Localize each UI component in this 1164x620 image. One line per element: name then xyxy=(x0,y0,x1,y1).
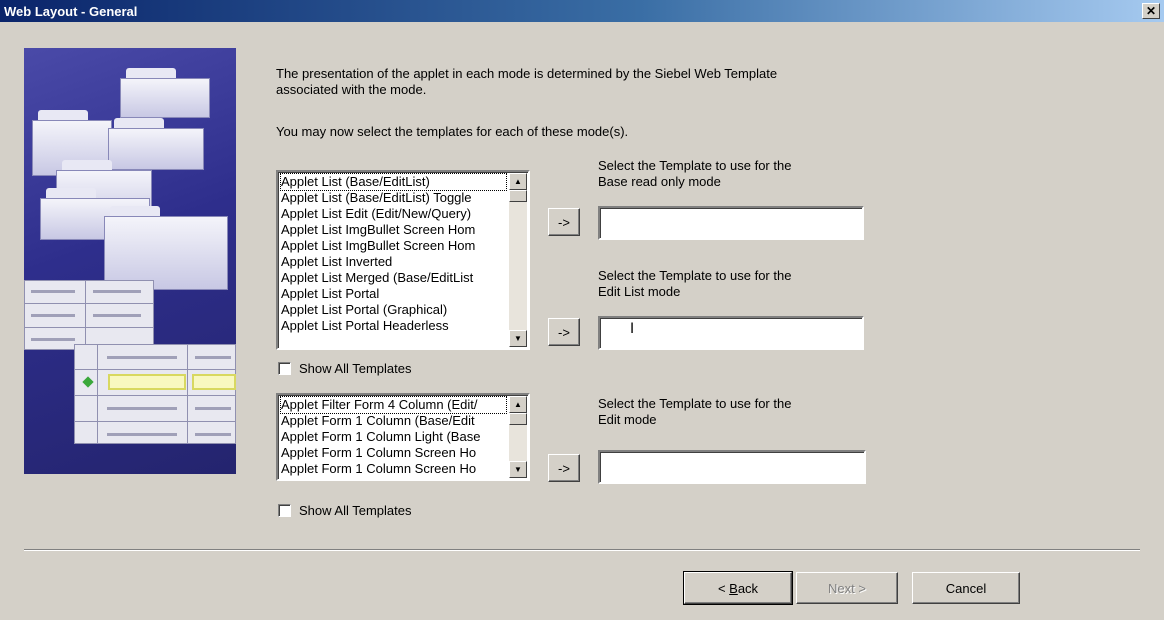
edit-mode-label-line-2: Edit mode xyxy=(598,412,657,427)
assign-edit-list-template-button[interactable]: -> xyxy=(548,318,580,346)
scroll-down-icon[interactable]: ▼ xyxy=(509,461,527,478)
list-item[interactable]: Applet Form 1 Column Screen Ho xyxy=(281,445,506,461)
intro-text-line-1: The presentation of the applet in each m… xyxy=(276,66,778,81)
title-bar: Web Layout - General ✕ xyxy=(0,0,1164,22)
back-button-accel: B xyxy=(729,580,738,596)
intro-text-line-2: associated with the mode. xyxy=(276,82,427,97)
intro-text-line-3: You may now select the templates for eac… xyxy=(276,124,629,139)
list-item[interactable]: Applet List Merged (Base/EditList xyxy=(281,270,506,286)
base-mode-label-line-1: Select the Template to use for the xyxy=(598,158,792,173)
list-item[interactable]: Applet List Portal (Graphical) xyxy=(281,302,506,318)
edit-mode-label-line-1: Select the Template to use for the xyxy=(598,396,792,411)
show-all-templates-checkbox-1[interactable]: Show All Templates xyxy=(278,361,412,376)
text-cursor-icon: I xyxy=(630,321,635,337)
list-item[interactable]: Applet Form 1 Column Screen Ho xyxy=(281,461,506,477)
scroll-up-icon[interactable]: ▲ xyxy=(509,396,527,413)
edit-list-mode-label-line-1: Select the Template to use for the xyxy=(598,268,792,283)
close-icon[interactable]: ✕ xyxy=(1142,3,1160,19)
footer-separator xyxy=(24,549,1140,551)
back-button[interactable]: < Back xyxy=(683,571,793,605)
base-mode-label-line-2: Base read only mode xyxy=(598,174,721,189)
listbox-2-scrollbar[interactable]: ▲ ▼ xyxy=(509,396,527,478)
template-listbox-2[interactable]: Applet Filter Form 4 Column (Edit/ Apple… xyxy=(276,393,530,481)
next-button[interactable]: Next > xyxy=(796,572,898,604)
wizard-illustration xyxy=(24,48,236,474)
cancel-button[interactable]: Cancel xyxy=(912,572,1020,604)
window-title: Web Layout - General xyxy=(4,3,138,19)
listbox-1-scrollbar[interactable]: ▲ ▼ xyxy=(509,173,527,347)
checkbox-label: Show All Templates xyxy=(299,361,412,376)
list-item[interactable]: Applet List Portal Headerless xyxy=(281,318,506,334)
base-template-field[interactable] xyxy=(598,206,864,240)
edit-list-mode-label-line-2: Edit List mode xyxy=(598,284,681,299)
assign-edit-template-button[interactable]: -> xyxy=(548,454,580,482)
list-item[interactable]: Applet List Portal xyxy=(281,286,506,302)
list-item[interactable]: Applet List ImgBullet Screen Hom xyxy=(281,238,506,254)
scroll-thumb[interactable] xyxy=(509,190,527,202)
scroll-up-icon[interactable]: ▲ xyxy=(509,173,527,190)
scroll-thumb[interactable] xyxy=(509,413,527,425)
scroll-down-icon[interactable]: ▼ xyxy=(509,330,527,347)
checkbox-box[interactable] xyxy=(278,362,291,375)
checkbox-box[interactable] xyxy=(278,504,291,517)
template-listbox-1[interactable]: Applet List (Base/EditList) Applet List … xyxy=(276,170,530,350)
back-button-rest: ack xyxy=(737,580,759,596)
assign-base-template-button[interactable]: -> xyxy=(548,208,580,236)
list-item[interactable]: Applet Filter Form 4 Column (Edit/ xyxy=(280,396,507,414)
edit-template-field[interactable] xyxy=(598,450,866,484)
list-item[interactable]: Applet List (Base/EditList) xyxy=(280,173,507,191)
show-all-templates-checkbox-2[interactable]: Show All Templates xyxy=(278,503,412,518)
back-button-prefix: < xyxy=(717,580,730,596)
list-item[interactable]: Applet List (Base/EditList) Toggle xyxy=(281,190,506,206)
checkbox-label: Show All Templates xyxy=(299,503,412,518)
list-item[interactable]: Applet List ImgBullet Screen Hom xyxy=(281,222,506,238)
list-item[interactable]: Applet Form 1 Column (Base/Edit xyxy=(281,413,506,429)
list-item[interactable]: Applet List Inverted xyxy=(281,254,506,270)
list-item[interactable]: Applet List Edit (Edit/New/Query) xyxy=(281,206,506,222)
list-item[interactable]: Applet Form 1 Column Light (Base xyxy=(281,429,506,445)
edit-list-template-field[interactable]: I xyxy=(598,316,864,350)
